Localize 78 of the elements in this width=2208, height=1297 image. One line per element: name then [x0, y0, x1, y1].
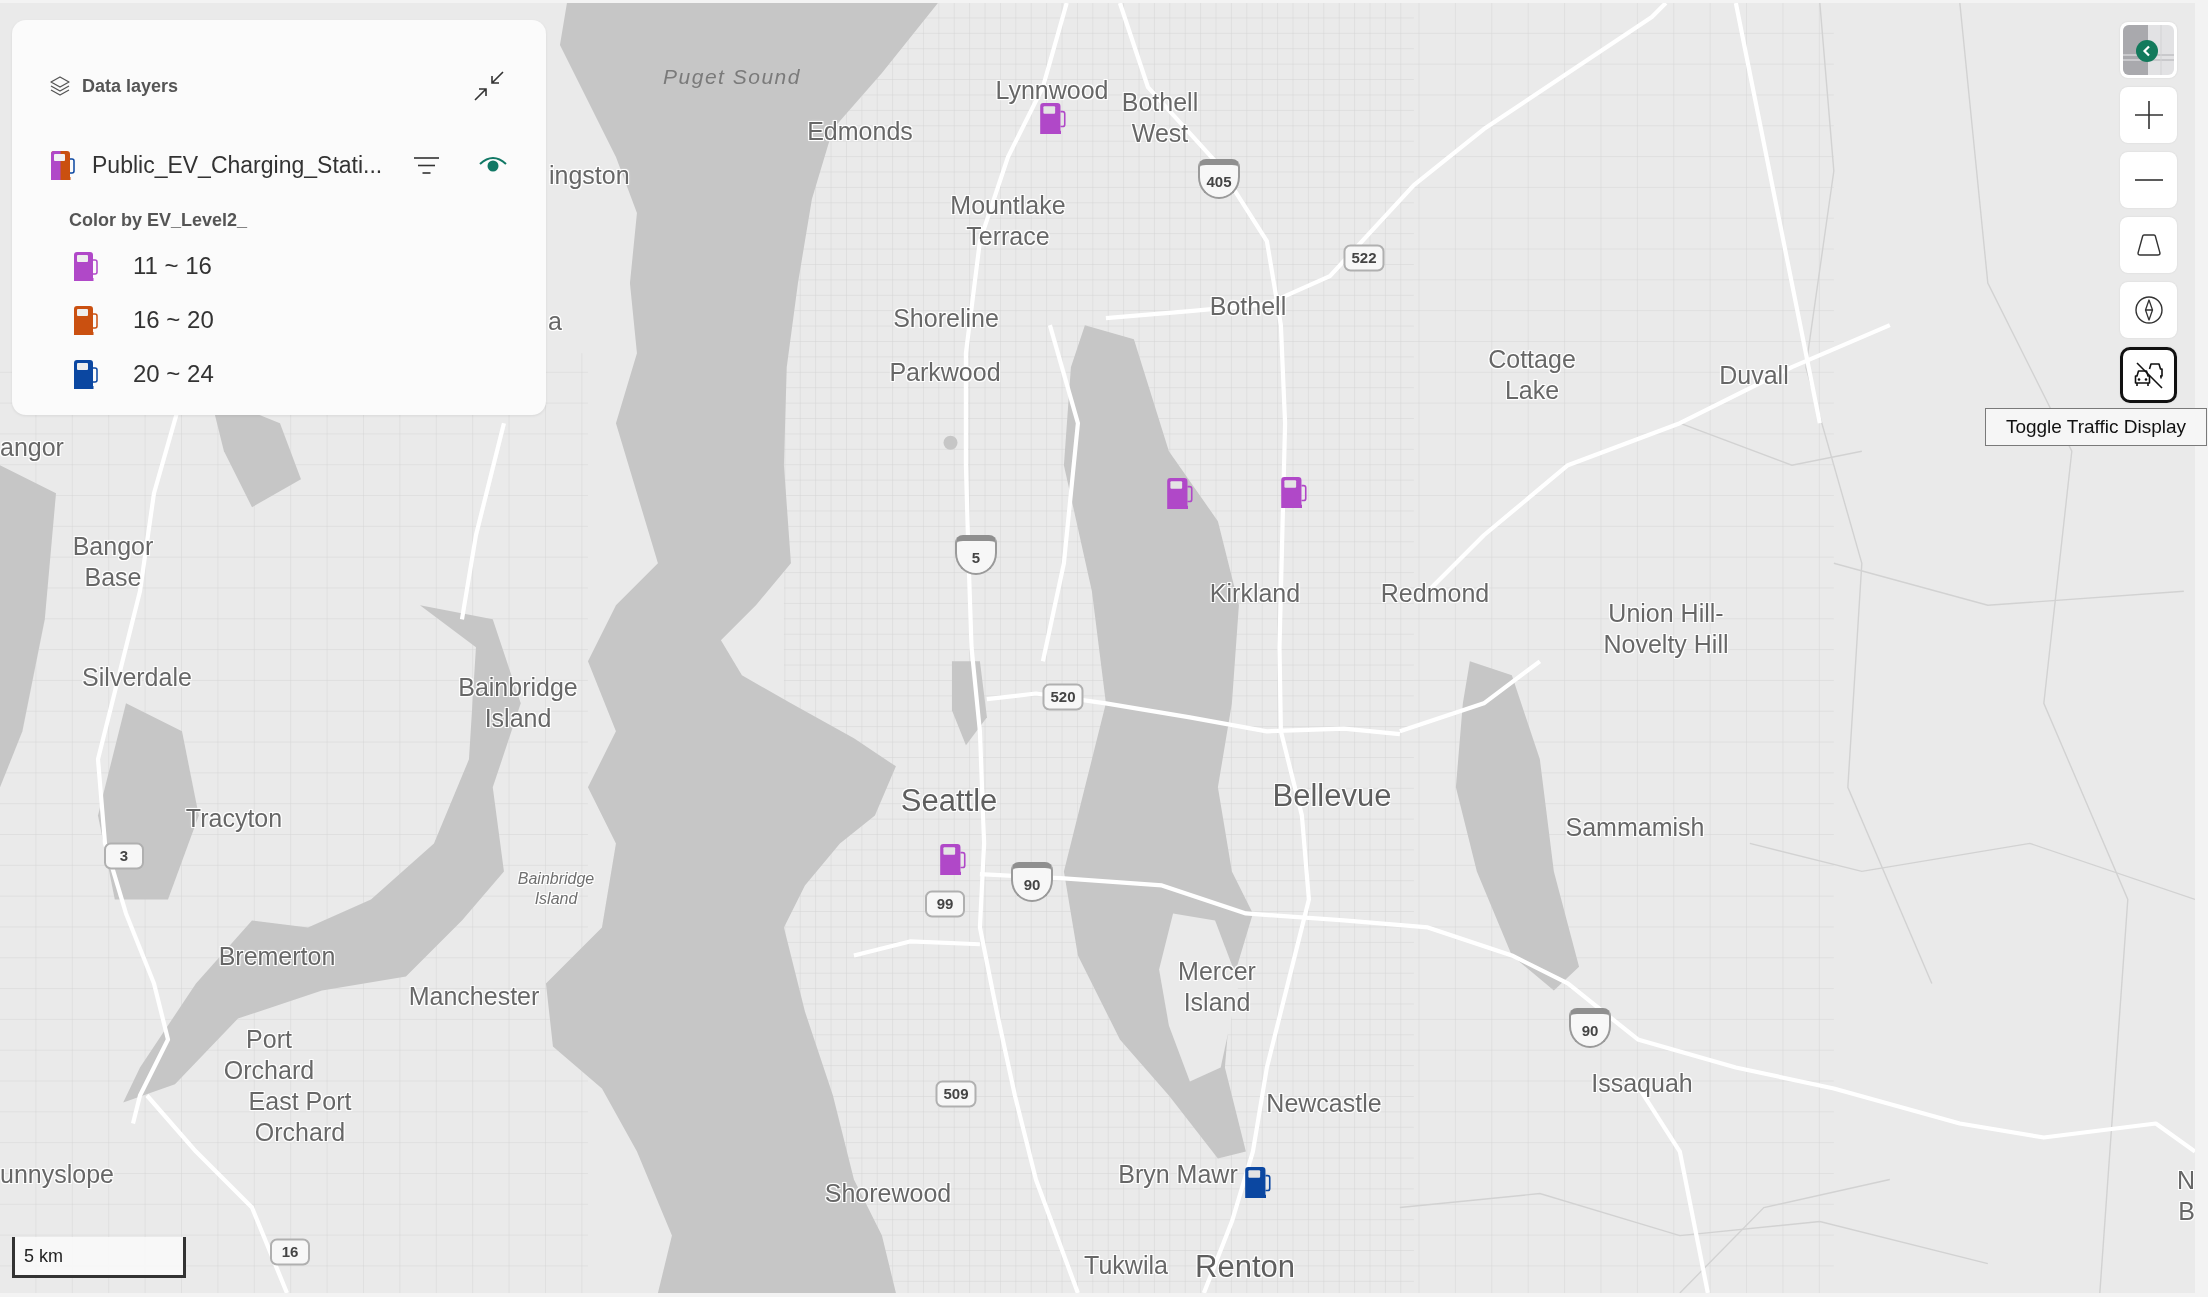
water-label: Bainbridge Island: [517, 869, 595, 909]
eye-icon[interactable]: [479, 156, 507, 174]
minus-icon: [2134, 178, 2163, 182]
legend-title: Color by EV_Level2_: [69, 209, 248, 231]
place-label: Manchester: [408, 980, 540, 1012]
fuel-pump-icon[interactable]: [1039, 102, 1067, 134]
place-label: Lynnwood: [995, 74, 1109, 106]
legend-label: 20 ~ 24: [133, 359, 214, 389]
legend-label: 11 ~ 16: [133, 251, 212, 281]
place-label: Renton: [1195, 1249, 1295, 1285]
compass-icon: [2134, 296, 2163, 324]
highway-shield: 90: [1011, 862, 1053, 902]
place-label: Mountlake Terrace: [950, 190, 1066, 252]
place-label: Tracyton: [185, 802, 283, 834]
place-label: Mercer Island: [1178, 956, 1256, 1018]
layers-icon: [49, 75, 71, 97]
place-label: Bangor Base: [72, 531, 154, 593]
layer-name: Public_EV_Charging_Stati...: [92, 150, 383, 180]
place-label: Redmond: [1380, 577, 1490, 609]
compass-button[interactable]: [2120, 282, 2177, 338]
highway-shield: 3: [104, 842, 144, 870]
pitch-button[interactable]: [2120, 217, 2177, 273]
lake: [943, 435, 958, 450]
place-label: angor: [0, 431, 64, 463]
fuel-pump-icon[interactable]: [1280, 476, 1308, 508]
place-label: Seattle: [900, 783, 998, 819]
place-label: Bryn Mawr: [1118, 1158, 1238, 1190]
tooltip: Toggle Traffic Display: [1985, 408, 2207, 446]
highway-shield: 509: [935, 1080, 977, 1108]
place-label: Silverdale: [82, 661, 192, 693]
place-label: ingston: [549, 159, 630, 191]
place-label: Union Hill- Novelty Hill: [1603, 598, 1729, 660]
highway-shield: 16: [270, 1238, 310, 1266]
place-label: Bothell: [1209, 290, 1287, 322]
highway-shield: 405: [1198, 159, 1240, 199]
trapezoid-icon: [2136, 234, 2161, 256]
place-label: Newcastle: [1266, 1087, 1382, 1119]
place-label: Kirkland: [1209, 577, 1301, 609]
fuel-pump-icon[interactable]: [1166, 477, 1194, 509]
fuel-pump-icon[interactable]: [1244, 1166, 1272, 1198]
highway-shield: 99: [925, 890, 965, 918]
traffic-button[interactable]: [2120, 347, 2177, 403]
water-label: Puget Sound: [663, 63, 801, 90]
place-label: Bremerton: [218, 940, 336, 972]
place-label: Bothell West: [1121, 87, 1199, 149]
traffic-off-icon: [2133, 361, 2164, 389]
scale-bar: 5 km: [12, 1237, 186, 1278]
fuel-pump-icon: [49, 150, 77, 180]
place-label: N: [2176, 1164, 2195, 1196]
panel-title: Data layers: [82, 74, 179, 98]
place-label: Tukwila: [1084, 1249, 1168, 1281]
chevron-left-icon: [2136, 40, 2158, 62]
collapse-icon[interactable]: [474, 71, 504, 101]
place-label: unnyslope: [0, 1158, 114, 1190]
place-label: Bainbridge Island: [458, 672, 578, 734]
highway-shield: 90: [1569, 1008, 1611, 1048]
place-label: Port Orchard: [223, 1024, 315, 1086]
place-label: Shoreline: [893, 302, 999, 334]
highway-shield: 522: [1343, 244, 1385, 272]
place-label: a: [548, 305, 562, 337]
filter-icon[interactable]: [414, 156, 439, 174]
map-style-button[interactable]: [2120, 22, 2177, 78]
zoom-in-button[interactable]: [2120, 87, 2177, 143]
place-label: Shorewood: [824, 1177, 952, 1209]
place-label: Edmonds: [807, 115, 913, 147]
legend-label: 16 ~ 20: [133, 305, 214, 335]
place-label: Duvall: [1719, 359, 1789, 391]
plus-icon: [2134, 101, 2163, 129]
highway-shield: 5: [955, 535, 997, 575]
place-label: Parkwood: [889, 356, 1001, 388]
highway-shield: 520: [1042, 683, 1084, 711]
place-label: B: [2178, 1195, 2195, 1227]
fuel-pump-icon[interactable]: [939, 843, 967, 875]
place-label: East Port Orchard: [248, 1086, 352, 1148]
place-label: Cottage Lake: [1488, 344, 1576, 406]
place-label: Bellevue: [1272, 778, 1392, 814]
place-label: Sammamish: [1565, 811, 1705, 843]
place-label: Issaquah: [1591, 1067, 1693, 1099]
